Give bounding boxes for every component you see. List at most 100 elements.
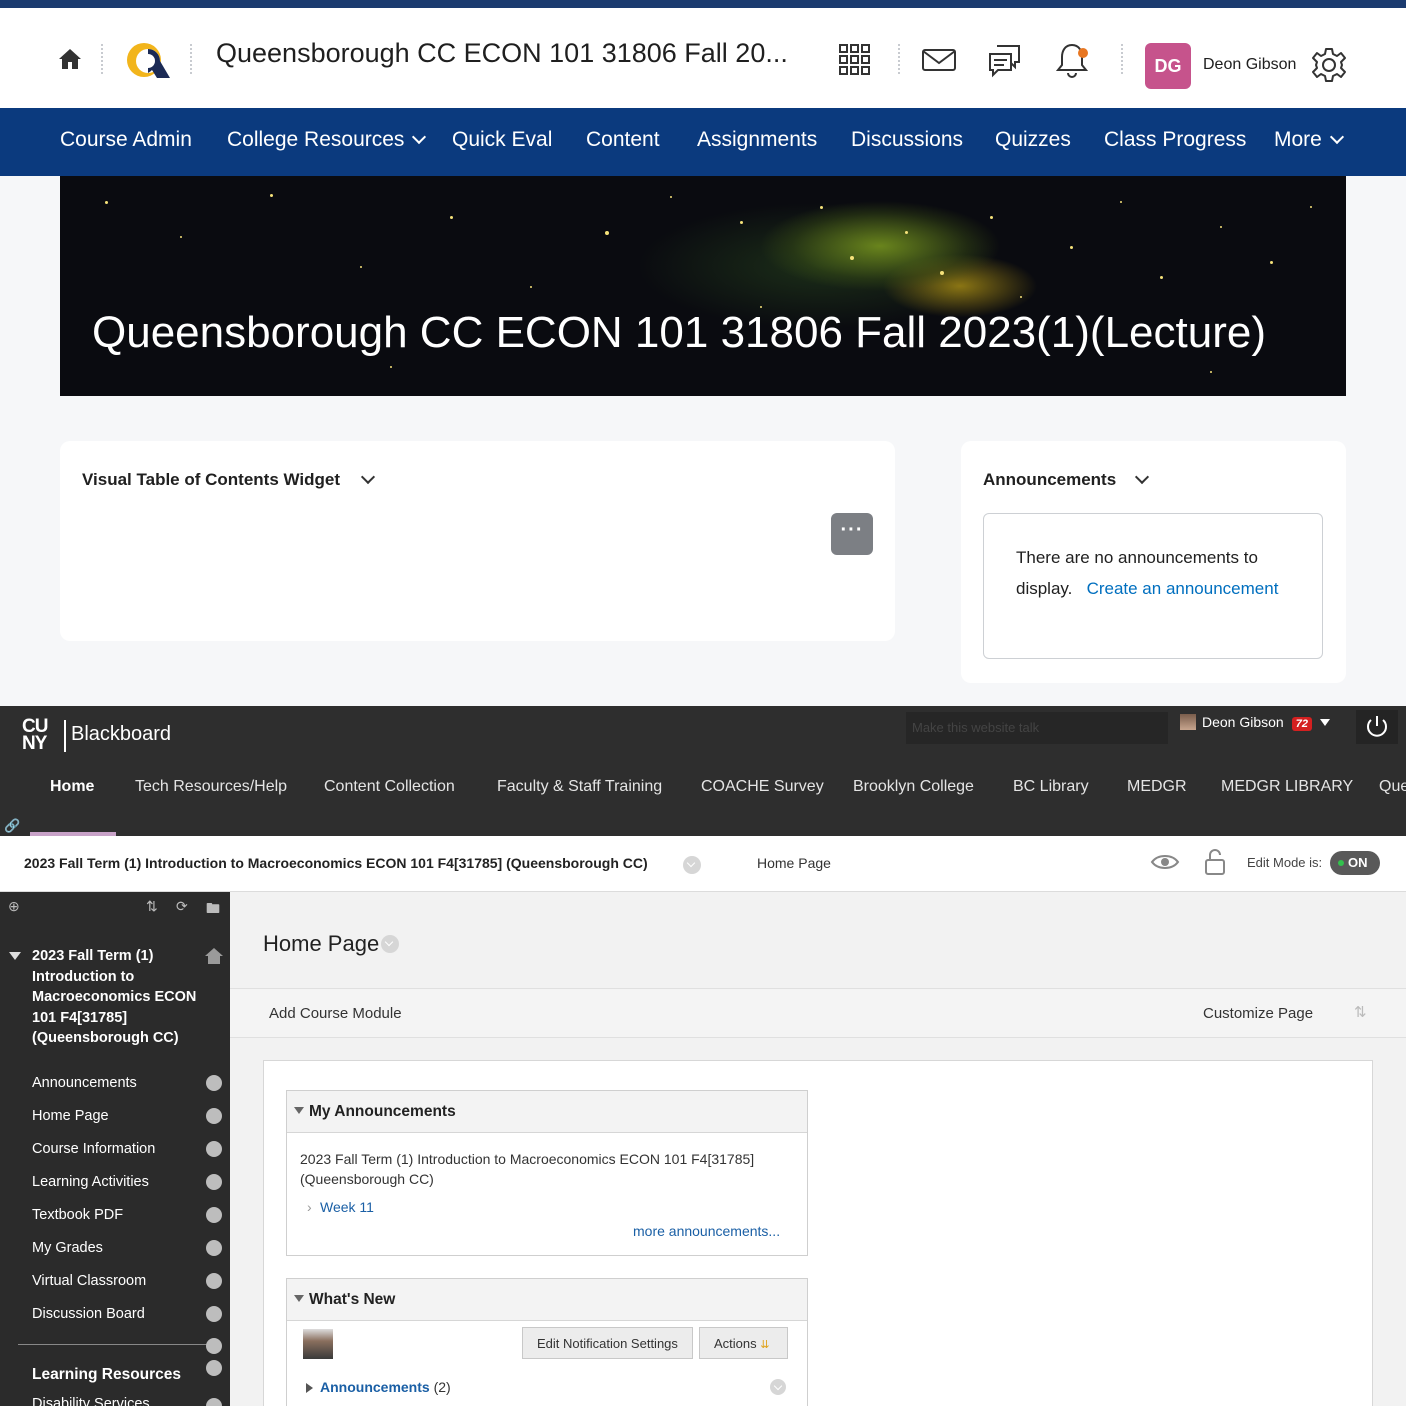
edit-mode-toggle[interactable]: ON bbox=[1330, 851, 1380, 875]
home-icon[interactable] bbox=[204, 947, 224, 965]
nav-label: More bbox=[1274, 128, 1322, 151]
edit-notification-settings-button[interactable]: Edit Notification Settings bbox=[522, 1327, 693, 1359]
whats-new-announcements-link[interactable]: Announcements bbox=[320, 1379, 430, 1395]
item-options-icon[interactable] bbox=[206, 1207, 222, 1223]
item-options-icon[interactable] bbox=[206, 1273, 222, 1289]
logout-icon[interactable] bbox=[1356, 710, 1398, 744]
home-icon[interactable] bbox=[56, 46, 84, 72]
gear-icon[interactable] bbox=[1310, 46, 1348, 84]
cuny-logo[interactable]: CU NY bbox=[22, 717, 62, 754]
module-header[interactable]: What's New bbox=[287, 1279, 807, 1321]
whats-new-count: (2) bbox=[433, 1379, 451, 1395]
tab-medgr-library[interactable]: MEDGR LIBRARY bbox=[1221, 778, 1353, 796]
add-course-module-button[interactable]: Add Course Module bbox=[269, 1005, 402, 1022]
d2l-header: Queensborough CC ECON 101 31806 Fall 20.… bbox=[0, 8, 1406, 108]
menu-item-learning-activities[interactable]: Learning Activities bbox=[32, 1174, 149, 1190]
item-options-icon[interactable] bbox=[206, 1398, 222, 1406]
course-menu-title[interactable]: 2023 Fall Term (1) Introduction to Macro… bbox=[32, 946, 207, 1049]
menu-section-learning-resources[interactable]: Learning Resources bbox=[32, 1366, 181, 1384]
item-options-icon[interactable] bbox=[206, 1240, 222, 1256]
nav-quizzes[interactable]: Quizzes bbox=[995, 128, 1071, 152]
link-icon[interactable]: 🔗 bbox=[4, 818, 20, 834]
user-menu[interactable]: Deon Gibson 72 bbox=[1180, 714, 1330, 731]
tab-coache-survey[interactable]: COACHE Survey bbox=[701, 778, 824, 796]
item-options-icon[interactable] bbox=[206, 1360, 222, 1376]
chevron-down-icon[interactable] bbox=[381, 935, 399, 953]
edit-mode-label: Edit Mode is: bbox=[1247, 855, 1323, 870]
tab-medgr[interactable]: MEDGR bbox=[1127, 778, 1187, 796]
nav-assignments[interactable]: Assignments bbox=[697, 128, 817, 152]
unlock-icon[interactable] bbox=[1202, 848, 1228, 876]
institution-logo[interactable] bbox=[124, 40, 172, 80]
chevron-down-icon[interactable] bbox=[770, 1379, 786, 1395]
app-grid-icon[interactable] bbox=[835, 40, 875, 80]
nav-discussions[interactable]: Discussions bbox=[851, 128, 963, 152]
chevron-right-icon[interactable]: › bbox=[307, 1197, 312, 1217]
avatar bbox=[303, 1329, 333, 1359]
top-accent-bar bbox=[0, 0, 1406, 8]
item-options-icon[interactable] bbox=[206, 1141, 222, 1157]
more-announcements-link[interactable]: more announcements... bbox=[633, 1221, 780, 1241]
item-options-icon[interactable] bbox=[206, 1306, 222, 1322]
module-header[interactable]: My Announcements bbox=[287, 1091, 807, 1133]
nav-more[interactable]: More bbox=[1274, 128, 1344, 152]
notification-bell-icon[interactable] bbox=[1052, 40, 1092, 80]
customize-page-button[interactable]: Customize Page bbox=[1203, 1005, 1313, 1022]
mail-icon[interactable] bbox=[919, 40, 959, 80]
action-bar: Add Course Module Customize Page ⇅ bbox=[230, 988, 1406, 1038]
talk-input[interactable]: Make this website talk bbox=[906, 712, 1168, 744]
announcement-link[interactable]: Week 11 bbox=[320, 1197, 374, 1217]
menu-item-my-grades[interactable]: My Grades bbox=[32, 1240, 103, 1256]
menu-toolbar: ⊕ ⇅ ⟳ 🖿 bbox=[0, 892, 230, 926]
divider bbox=[64, 720, 66, 752]
menu-item-disability-services[interactable]: Disability Services bbox=[32, 1396, 150, 1406]
breadcrumb-course[interactable]: 2023 Fall Term (1) Introduction to Macro… bbox=[24, 855, 648, 871]
user-name[interactable]: Deon Gibson bbox=[1203, 56, 1296, 74]
blackboard-logo[interactable]: Blackboard bbox=[71, 723, 171, 746]
tab-bc-library[interactable]: BC Library bbox=[1013, 778, 1089, 796]
course-title[interactable]: Queensborough CC ECON 101 31806 Fall 20.… bbox=[216, 38, 788, 69]
nav-course-admin[interactable]: Course Admin bbox=[60, 128, 192, 152]
tab-home[interactable]: Home bbox=[50, 778, 94, 796]
menu-item-virtual-classroom[interactable]: Virtual Classroom bbox=[32, 1273, 146, 1289]
nav-college-resources[interactable]: College Resources bbox=[227, 128, 427, 152]
chevron-down-icon[interactable] bbox=[683, 856, 701, 874]
menu-item-textbook-pdf[interactable]: Textbook PDF bbox=[32, 1207, 123, 1223]
tab-content-collection[interactable]: Content Collection bbox=[324, 778, 455, 796]
menu-item-course-information[interactable]: Course Information bbox=[32, 1141, 155, 1157]
more-options-button[interactable]: ··· bbox=[831, 513, 873, 555]
actions-button[interactable]: Actions ⇊ bbox=[699, 1327, 788, 1359]
reorder-icon[interactable]: ⇅ bbox=[1354, 1003, 1367, 1021]
chat-icon[interactable] bbox=[985, 40, 1025, 80]
tab-brooklyn-college[interactable]: Brooklyn College bbox=[853, 778, 974, 796]
refresh-icon[interactable]: ⟳ bbox=[176, 898, 188, 915]
actions-label: Actions bbox=[714, 1336, 757, 1351]
item-options-icon[interactable] bbox=[206, 1338, 222, 1354]
vtoc-widget: Visual Table of Contents Widget ··· bbox=[60, 441, 895, 641]
tab-tech-resources[interactable]: Tech Resources/Help bbox=[135, 778, 287, 796]
add-menu-item-icon[interactable]: ⊕ bbox=[8, 898, 20, 915]
collapse-icon[interactable] bbox=[9, 952, 21, 960]
nav-content[interactable]: Content bbox=[586, 128, 660, 152]
menu-item-discussion-board[interactable]: Discussion Board bbox=[32, 1306, 145, 1322]
expand-icon[interactable] bbox=[306, 1383, 313, 1393]
create-announcement-link[interactable]: Create an announcement bbox=[1087, 579, 1279, 598]
user-avatar[interactable]: DG bbox=[1145, 43, 1191, 89]
item-options-icon[interactable] bbox=[206, 1108, 222, 1124]
reorder-icon[interactable]: ⇅ bbox=[146, 898, 158, 915]
divider bbox=[1121, 44, 1123, 74]
tab-overflow[interactable]: Que bbox=[1379, 778, 1406, 796]
user-photo bbox=[1180, 714, 1196, 730]
student-preview-icon[interactable] bbox=[1150, 850, 1180, 874]
announcement-course: 2023 Fall Term (1) Introduction to Macro… bbox=[300, 1151, 755, 1187]
tab-faculty-training[interactable]: Faculty & Staff Training bbox=[497, 778, 662, 796]
menu-item-home-page[interactable]: Home Page bbox=[32, 1108, 109, 1124]
menu-item-announcements[interactable]: Announcements bbox=[32, 1075, 137, 1091]
chevron-down-icon[interactable] bbox=[360, 469, 376, 485]
nav-class-progress[interactable]: Class Progress bbox=[1104, 128, 1246, 152]
item-options-icon[interactable] bbox=[206, 1075, 222, 1091]
item-options-icon[interactable] bbox=[206, 1174, 222, 1190]
chevron-down-icon[interactable] bbox=[1134, 469, 1150, 485]
folder-view-icon[interactable]: 🖿 bbox=[206, 898, 220, 922]
nav-quick-eval[interactable]: Quick Eval bbox=[452, 128, 552, 152]
